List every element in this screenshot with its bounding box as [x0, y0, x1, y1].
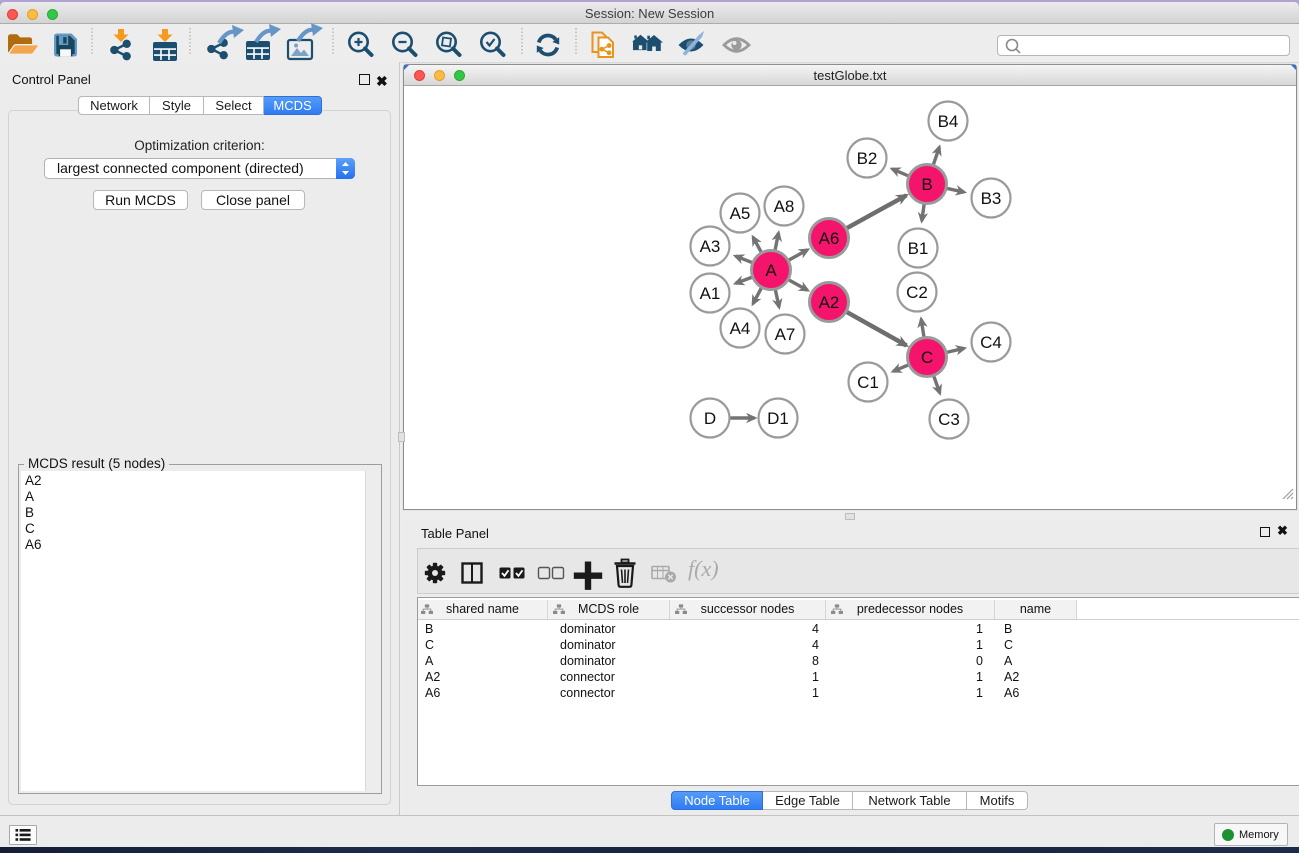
- svg-text:D: D: [704, 409, 716, 428]
- svg-text:B: B: [921, 175, 932, 194]
- svg-text:C2: C2: [906, 283, 928, 302]
- svg-text:A4: A4: [730, 319, 751, 338]
- svg-text:A3: A3: [700, 237, 721, 256]
- svg-text:A7: A7: [775, 325, 796, 344]
- svg-text:A: A: [765, 261, 777, 280]
- svg-text:B3: B3: [981, 189, 1002, 208]
- svg-text:A1: A1: [700, 284, 721, 303]
- svg-text:B1: B1: [908, 239, 929, 258]
- svg-text:A2: A2: [819, 293, 840, 312]
- svg-text:D1: D1: [767, 409, 789, 428]
- svg-text:A8: A8: [774, 197, 795, 216]
- svg-text:B2: B2: [857, 149, 878, 168]
- svg-text:B4: B4: [938, 112, 959, 131]
- svg-text:A5: A5: [730, 204, 751, 223]
- svg-text:C3: C3: [938, 410, 960, 429]
- svg-text:C: C: [921, 348, 933, 367]
- svg-text:C1: C1: [857, 373, 879, 392]
- svg-text:A6: A6: [819, 229, 840, 248]
- svg-text:C4: C4: [980, 333, 1002, 352]
